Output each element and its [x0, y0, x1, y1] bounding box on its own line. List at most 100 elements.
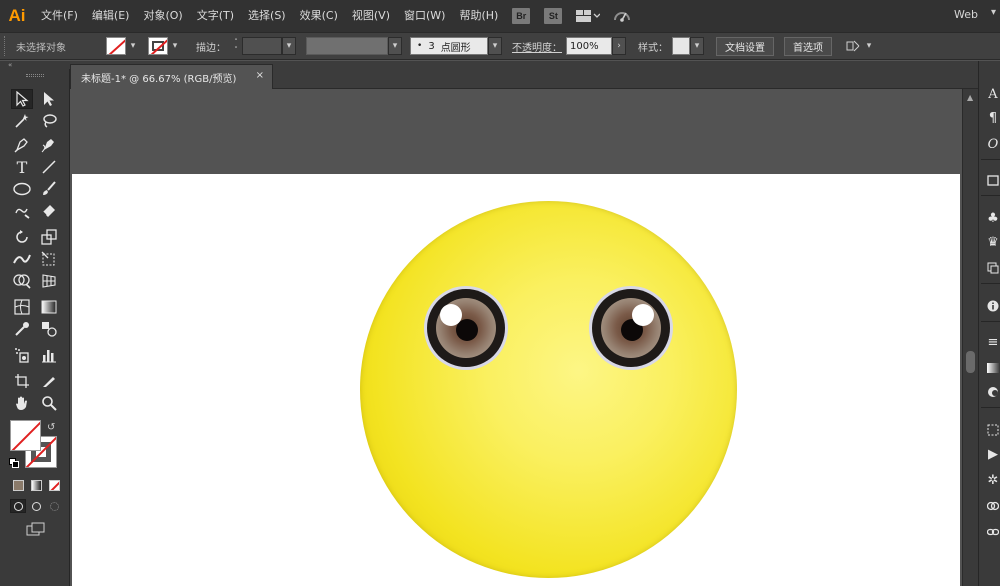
eraser-tool-icon[interactable]: [38, 201, 60, 221]
transform-panel-icon[interactable]: [985, 171, 1000, 189]
opacity-input[interactable]: 100%: [566, 37, 612, 55]
chevron-down-icon[interactable]: ▾: [282, 37, 296, 55]
chevron-down-icon[interactable]: ▾: [862, 37, 876, 55]
graphic-styles-panel-icon[interactable]: [985, 497, 1000, 515]
color-mode-icon[interactable]: [10, 478, 26, 492]
gradient-tool-icon[interactable]: [38, 297, 60, 317]
ellipse-tool-icon[interactable]: [11, 179, 33, 199]
right-eye[interactable]: [589, 286, 673, 370]
menu-help[interactable]: 帮助(H): [452, 0, 505, 32]
none-mode-icon[interactable]: [46, 478, 62, 492]
libraries-panel-icon[interactable]: ♛: [985, 233, 1000, 251]
actions-panel-icon[interactable]: ▶: [985, 445, 1000, 463]
shape-builder-tool-icon[interactable]: [11, 271, 33, 291]
document-tab[interactable]: 未标题-1* @ 66.67% (RGB/预览) ×: [70, 64, 273, 89]
lasso-tool-icon[interactable]: [38, 111, 60, 131]
gradient-panel-icon[interactable]: [985, 359, 1000, 377]
chevron-right-icon[interactable]: ›: [612, 37, 626, 55]
stroke-swatch[interactable]: [148, 37, 168, 55]
chevron-down-icon[interactable]: ▾: [388, 37, 402, 55]
screen-mode-icon[interactable]: [26, 521, 46, 536]
variable-width-profile[interactable]: [306, 37, 388, 55]
fill-color-box[interactable]: [10, 420, 41, 451]
info-panel-icon[interactable]: [985, 297, 1000, 315]
align-to-selection-icon[interactable]: [844, 37, 862, 55]
close-icon[interactable]: ×: [256, 70, 264, 81]
fill-swatch[interactable]: [106, 37, 126, 55]
links-chain-icon[interactable]: [985, 523, 1000, 541]
opentype-panel-icon[interactable]: O: [985, 135, 1000, 153]
draw-inside-icon[interactable]: [46, 499, 62, 513]
curvature-tool-icon[interactable]: [38, 135, 60, 155]
free-transform-tool-icon[interactable]: [38, 249, 60, 269]
character-panel-icon[interactable]: A: [985, 85, 1000, 103]
blend-tool-icon[interactable]: [38, 319, 60, 339]
chevron-down-icon[interactable]: ▾: [126, 37, 140, 55]
menu-file[interactable]: 文件(F): [34, 0, 85, 32]
type-tool-icon[interactable]: T: [11, 157, 33, 177]
artboard-tool-icon[interactable]: [11, 371, 33, 391]
stroke-panel-icon[interactable]: ≡: [985, 333, 1000, 351]
rotate-tool-icon[interactable]: [11, 227, 33, 247]
paragraph-panel-icon[interactable]: ¶: [985, 109, 1000, 127]
arrange-documents-icon[interactable]: [573, 8, 603, 24]
stock-button[interactable]: St: [544, 8, 563, 24]
document-setup-button[interactable]: 文档设置: [716, 36, 774, 56]
chevron-down-icon[interactable]: ▾: [690, 37, 704, 55]
shaper-tool-icon[interactable]: [11, 201, 33, 221]
width-tool-icon[interactable]: [11, 249, 33, 269]
control-bar-grip[interactable]: [4, 36, 12, 56]
workspace-switcher[interactable]: Web: [954, 8, 978, 21]
color-guide-panel-icon[interactable]: [985, 383, 1000, 401]
paintbrush-tool-icon[interactable]: [38, 179, 60, 199]
opacity-label[interactable]: 不透明度：: [508, 39, 566, 54]
left-eye[interactable]: [424, 286, 508, 370]
gpu-performance-icon[interactable]: [609, 7, 635, 25]
perspective-grid-tool-icon[interactable]: [38, 271, 60, 291]
menu-edit[interactable]: 编辑(E): [85, 0, 137, 32]
scale-tool-icon[interactable]: [38, 227, 60, 247]
panel-grip[interactable]: [26, 74, 44, 77]
scrollbar-thumb[interactable]: [966, 351, 975, 373]
line-segment-tool-icon[interactable]: [38, 157, 60, 177]
mesh-tool-icon[interactable]: [11, 297, 33, 317]
chevron-down-icon[interactable]: ▾: [168, 37, 182, 55]
scroll-up-icon[interactable]: ▲: [967, 93, 973, 102]
selection-tool-icon[interactable]: [11, 89, 33, 109]
slice-tool-icon[interactable]: [38, 371, 60, 391]
column-graph-tool-icon[interactable]: [38, 345, 60, 365]
appearance-panel-icon[interactable]: ✲: [985, 471, 1000, 489]
menu-effect[interactable]: 效果(C): [293, 0, 345, 32]
bridge-button[interactable]: Br: [512, 8, 531, 24]
menu-view[interactable]: 视图(V): [345, 0, 397, 32]
stepper-up-icon[interactable]: ˄: [234, 38, 238, 46]
symbols-panel-icon[interactable]: ♣: [985, 209, 1000, 227]
menu-type[interactable]: 文字(T): [190, 0, 241, 32]
zoom-tool-icon[interactable]: [38, 393, 60, 413]
preferences-button[interactable]: 首选项: [784, 36, 832, 56]
gradient-mode-icon[interactable]: [28, 478, 44, 492]
stepper-down-icon[interactable]: ˅: [234, 46, 238, 54]
vertical-scrollbar[interactable]: ▲: [962, 89, 978, 586]
hand-tool-icon[interactable]: [11, 393, 33, 413]
stroke-weight-input[interactable]: [242, 37, 282, 55]
emoji-face[interactable]: [360, 201, 737, 578]
links-panel-icon[interactable]: [985, 259, 1000, 277]
chevron-down-icon[interactable]: ▾: [488, 37, 502, 55]
collapse-panel-icon[interactable]: «: [8, 61, 12, 69]
menu-window[interactable]: 窗口(W): [397, 0, 452, 32]
eyedropper-tool-icon[interactable]: [11, 319, 33, 339]
draw-behind-icon[interactable]: [28, 499, 44, 513]
graphic-style-swatch[interactable]: [672, 37, 690, 55]
align-panel-icon[interactable]: [985, 421, 1000, 439]
magic-wand-tool-icon[interactable]: [11, 111, 33, 131]
direct-selection-tool-icon[interactable]: [38, 89, 60, 109]
brush-definition[interactable]: • 3 点圆形: [410, 37, 488, 55]
pen-tool-icon[interactable]: [11, 135, 33, 155]
stroke-weight-stepper[interactable]: ˄ ˅: [230, 37, 242, 55]
default-fill-stroke-icon[interactable]: [9, 458, 19, 468]
swap-fill-stroke-icon[interactable]: ↺: [47, 422, 55, 433]
menu-select[interactable]: 选择(S): [241, 0, 293, 32]
symbol-sprayer-tool-icon[interactable]: [11, 345, 33, 365]
menu-object[interactable]: 对象(O): [136, 0, 189, 32]
